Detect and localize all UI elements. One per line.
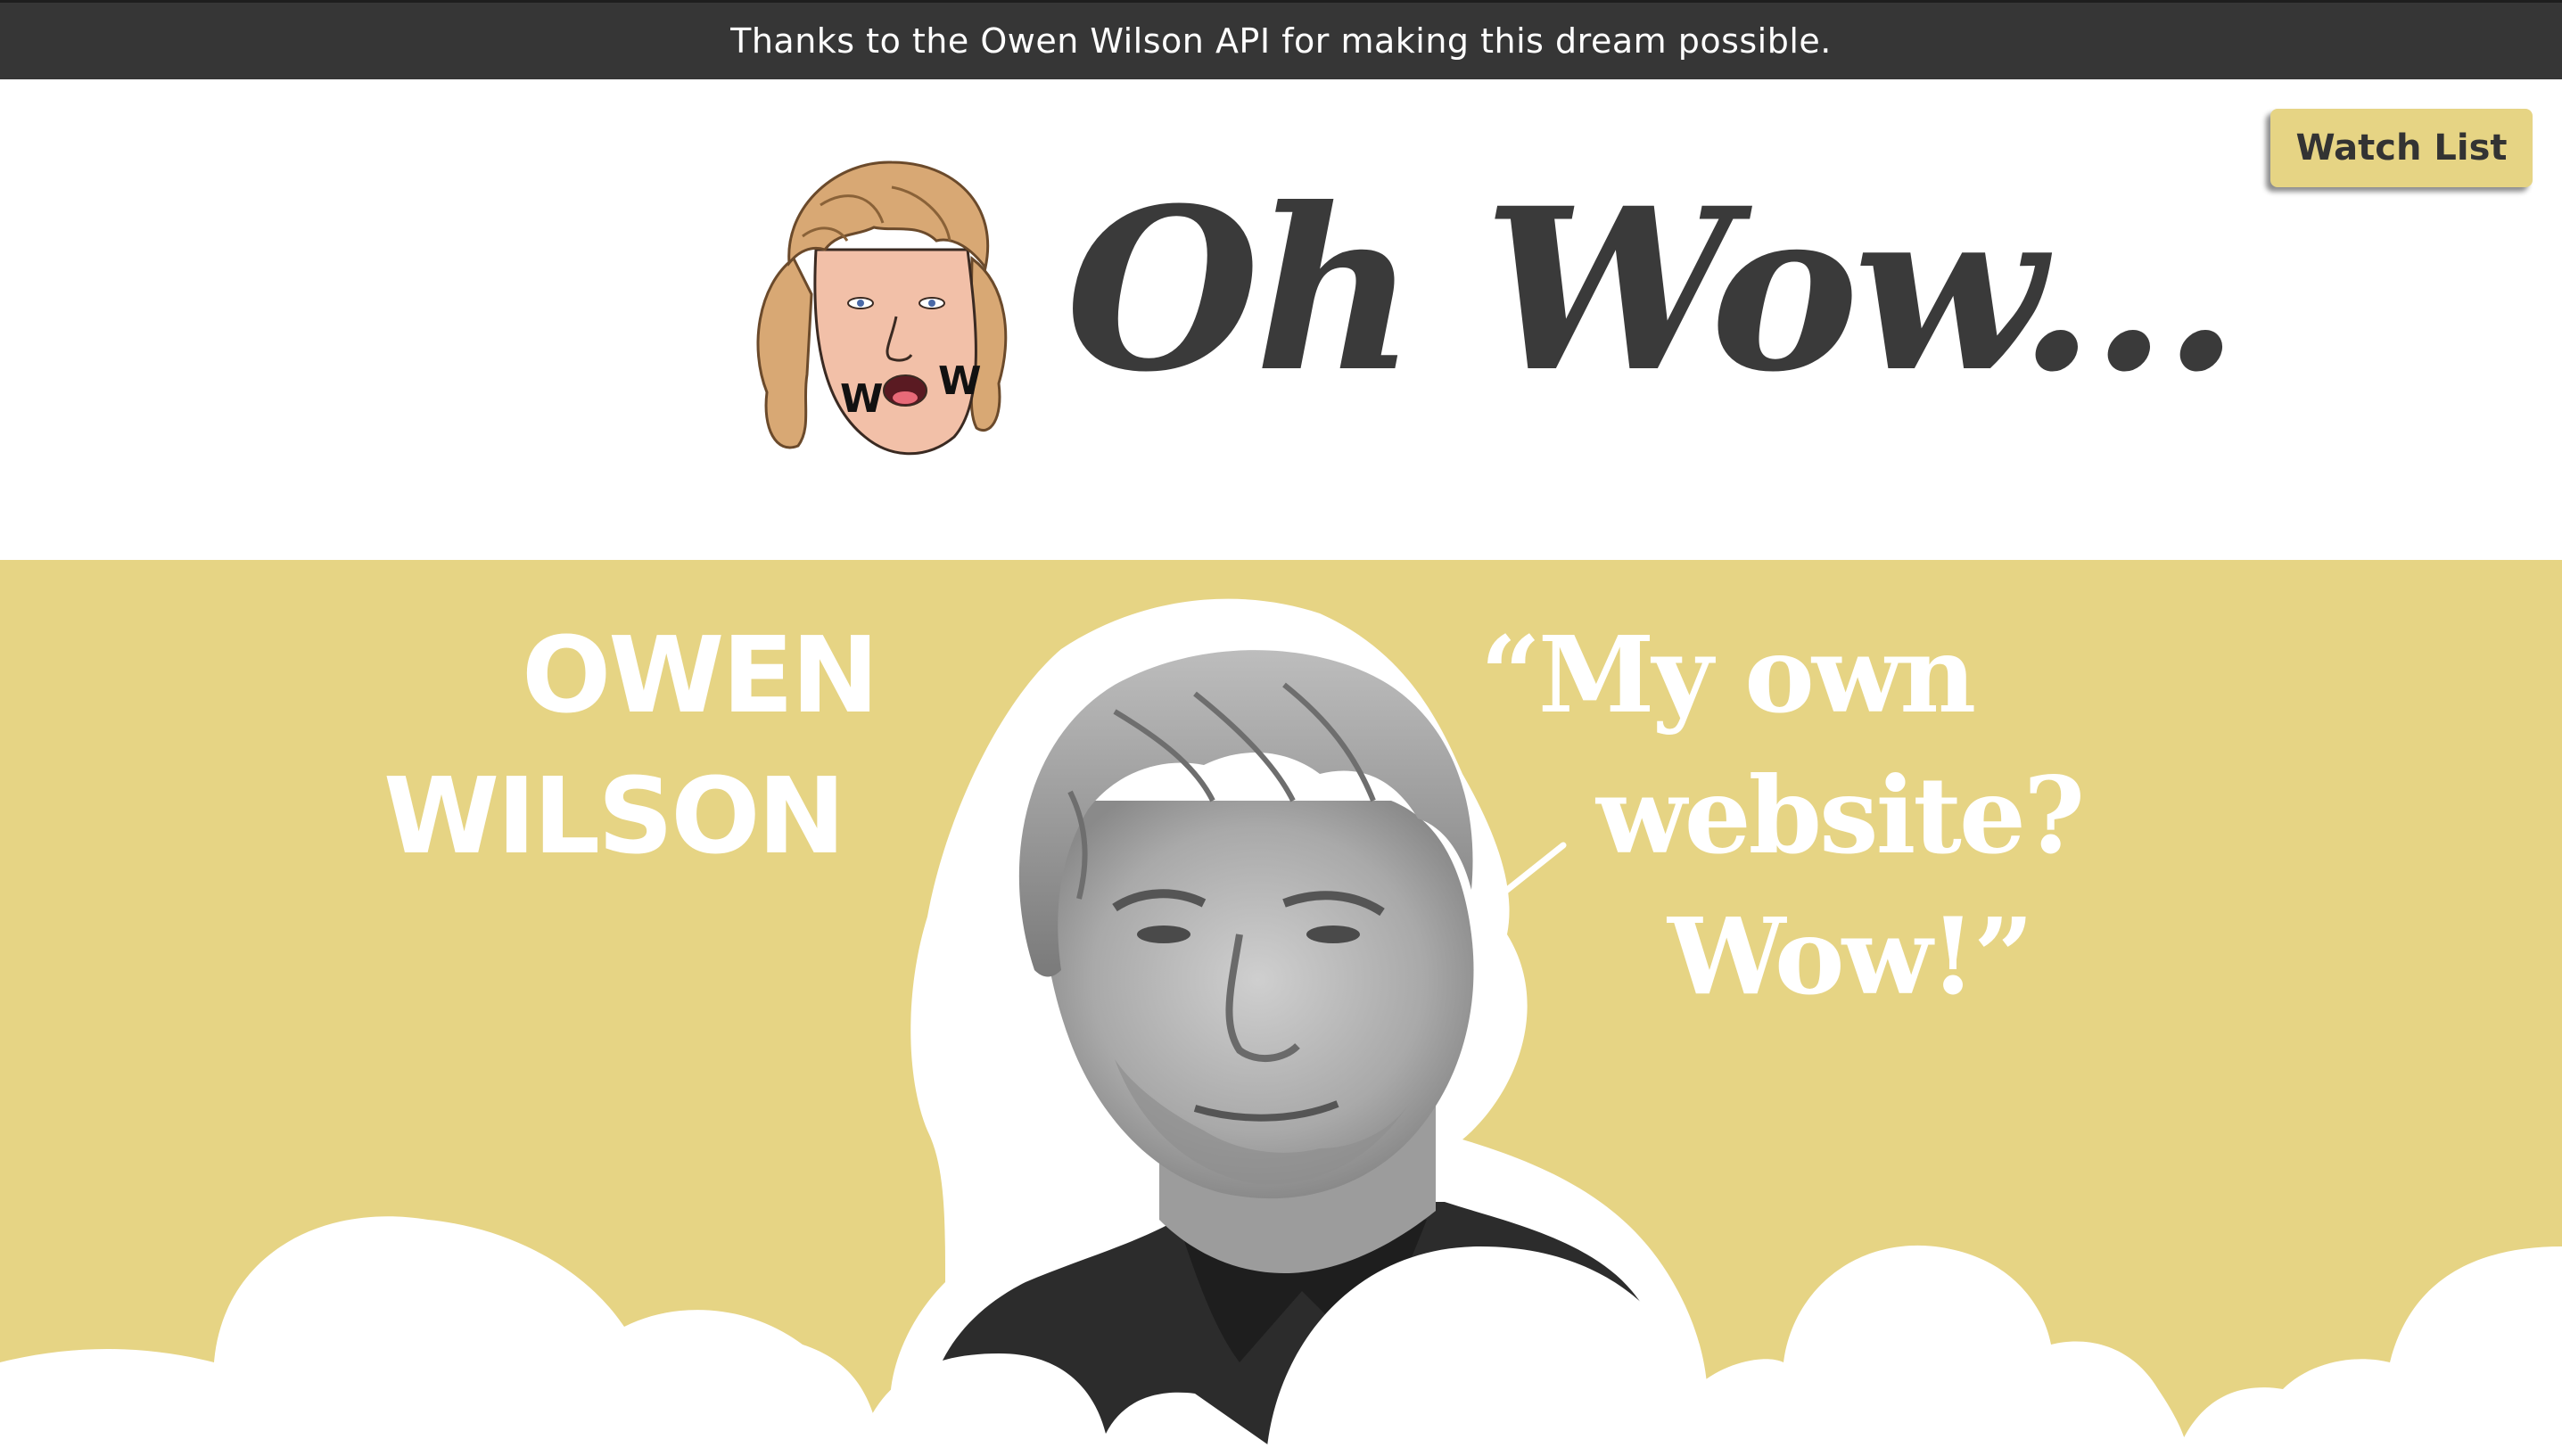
hero-quote-line2: website? — [1596, 753, 2085, 877]
hero-name-line2: WILSON — [383, 754, 845, 877]
cartoon-face-icon[interactable]: W W — [740, 152, 1026, 481]
hero-section: OWEN WILSON “My own website? Wow!” — [0, 560, 2562, 1456]
top-banner: Thanks to the Owen Wilson API for making… — [0, 0, 2562, 79]
site-title: Oh Wow... — [1066, 159, 2240, 421]
hero-quote-line3: Wow!” — [1668, 894, 2034, 1018]
hero-quote-line1: “My own — [1480, 613, 1976, 736]
hero-name-line1: OWEN — [522, 613, 879, 736]
hero-name: OWEN WILSON — [0, 605, 879, 886]
svg-text:W: W — [840, 376, 884, 422]
hero-quote: “My own website? Wow!” — [1480, 605, 2105, 1027]
watch-list-button[interactable]: Watch List — [2270, 109, 2533, 187]
svg-text:W: W — [938, 358, 982, 404]
banner-text: Thanks to the Owen Wilson API for making… — [730, 21, 1832, 61]
